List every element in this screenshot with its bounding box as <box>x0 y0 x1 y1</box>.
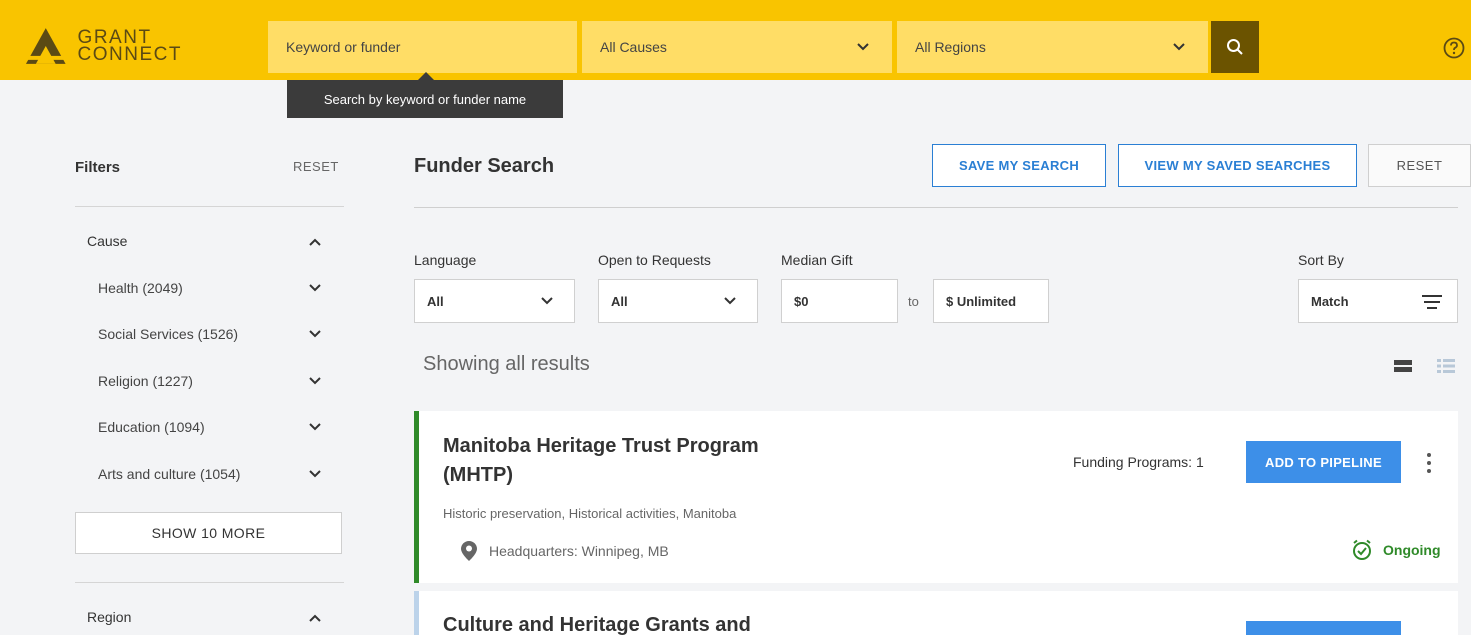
logo[interactable]: GRANT CONNECT <box>22 24 182 68</box>
add-to-pipeline-button[interactable] <box>1246 621 1401 635</box>
view-saved-searches-button[interactable]: VIEW MY SAVED SEARCHES <box>1118 144 1357 187</box>
region-select-value: All Regions <box>915 39 986 55</box>
chevron-down-icon[interactable] <box>308 281 322 295</box>
cause-group-title[interactable]: Cause <box>87 233 127 249</box>
keyword-input[interactable]: Keyword or funder <box>268 21 577 73</box>
chevron-down-icon <box>541 297 553 305</box>
range-to-label: to <box>908 294 919 309</box>
cause-select[interactable]: All Causes <box>582 21 892 73</box>
filters-sidebar: Filters RESET Cause Health (2049) Social… <box>0 80 370 635</box>
result-card[interactable]: Manitoba Heritage Trust Program (MHTP) H… <box>414 411 1458 583</box>
result-tags: Historic preservation, Historical activi… <box>443 506 737 521</box>
region-select[interactable]: All Regions <box>897 21 1208 73</box>
result-hq-text: Headquarters: Winnipeg, MB <box>489 543 669 559</box>
filters-title: Filters <box>75 159 121 176</box>
card-view-icon[interactable] <box>1394 358 1412 374</box>
chevron-down-icon <box>724 297 736 305</box>
language-select[interactable]: All <box>414 279 575 323</box>
results-status: Showing all results <box>423 353 590 375</box>
median-gift-max-value: $ Unlimited <box>946 293 1017 309</box>
divider <box>75 582 344 583</box>
median-gift-min-value: $0 <box>794 293 809 309</box>
filter-item-social-services[interactable]: Social Services (1526) <box>98 326 238 342</box>
list-view-icon[interactable] <box>1437 358 1455 374</box>
divider <box>414 207 1458 208</box>
median-gift-label: Median Gift <box>781 252 853 268</box>
open-requests-label: Open to Requests <box>598 252 711 268</box>
language-select-value: All <box>427 293 444 309</box>
chevron-down-icon <box>1173 43 1185 51</box>
status-text: Ongoing <box>1383 542 1441 558</box>
top-bar: GRANT CONNECT Keyword or funder All Caus… <box>0 0 1471 80</box>
chevron-down-icon[interactable] <box>308 420 322 434</box>
save-search-button[interactable]: SAVE MY SEARCH <box>932 144 1106 187</box>
result-card[interactable]: Culture and Heritage Grants and <box>414 591 1458 635</box>
filter-item-education[interactable]: Education (1094) <box>98 419 205 435</box>
chevron-up-icon[interactable] <box>308 611 322 625</box>
funding-programs-count: Funding Programs: 1 <box>1073 454 1204 470</box>
filters-reset-button[interactable]: RESET <box>293 159 339 174</box>
alarm-clock-icon <box>1353 539 1371 560</box>
median-gift-min-input[interactable]: $0 <box>781 279 898 323</box>
logo-line-2: CONNECT <box>77 44 182 65</box>
more-options-icon[interactable] <box>1419 451 1439 475</box>
add-to-pipeline-button[interactable]: ADD TO PIPELINE <box>1246 441 1401 483</box>
result-title[interactable]: Culture and Heritage Grants and <box>443 611 943 635</box>
result-headquarters: Headquarters: Winnipeg, MB <box>461 541 669 561</box>
sort-icon <box>1422 295 1442 309</box>
chevron-down-icon[interactable] <box>308 467 322 481</box>
status-badge: Ongoing <box>1351 539 1441 561</box>
chevron-down-icon[interactable] <box>308 374 322 388</box>
language-label: Language <box>414 252 477 268</box>
page-title: Funder Search <box>414 155 555 177</box>
filter-item-health[interactable]: Health (2049) <box>98 280 183 296</box>
search-icon <box>1227 39 1243 55</box>
open-requests-select[interactable]: All <box>598 279 758 323</box>
sort-label: Sort By <box>1298 252 1344 268</box>
result-title[interactable]: Manitoba Heritage Trust Program (MHTP) <box>443 432 813 490</box>
chevron-down-icon <box>857 43 869 51</box>
open-requests-select-value: All <box>611 293 628 309</box>
keyword-placeholder: Keyword or funder <box>286 39 401 55</box>
chevron-down-icon[interactable] <box>308 327 322 341</box>
filter-item-religion[interactable]: Religion (1227) <box>98 373 193 389</box>
help-icon[interactable] <box>1443 37 1465 59</box>
divider <box>75 206 344 207</box>
location-pin-icon <box>461 541 477 561</box>
search-button[interactable] <box>1211 21 1259 73</box>
filter-item-arts-culture[interactable]: Arts and culture (1054) <box>98 466 240 482</box>
sort-select[interactable]: Match <box>1298 279 1458 323</box>
region-group-title[interactable]: Region <box>87 609 131 625</box>
chevron-up-icon[interactable] <box>308 235 322 249</box>
logo-text: GRANT CONNECT <box>77 28 182 65</box>
show-more-button[interactable]: SHOW 10 MORE <box>75 512 342 554</box>
cause-select-value: All Causes <box>600 39 667 55</box>
reset-button[interactable]: RESET <box>1368 144 1471 187</box>
median-gift-max-input[interactable]: $ Unlimited <box>933 279 1049 323</box>
logo-mark-icon <box>23 28 68 64</box>
sort-select-value: Match <box>1311 293 1349 309</box>
